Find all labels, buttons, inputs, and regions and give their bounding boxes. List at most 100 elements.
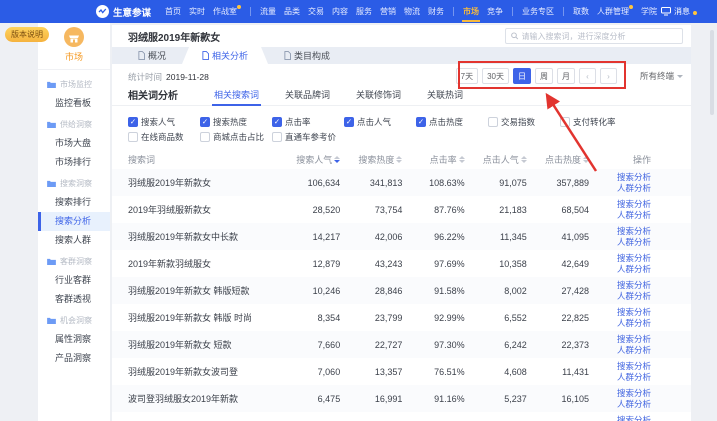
nav-item-8[interactable]: 营销 xyxy=(376,0,400,23)
nav-item-10[interactable]: 财务 xyxy=(424,0,448,23)
search-box xyxy=(505,28,683,44)
column-header-4[interactable]: 点击人气 xyxy=(465,153,527,166)
date-button-3[interactable]: 周 xyxy=(535,68,553,84)
nav-item-9[interactable]: 物流 xyxy=(400,0,424,23)
date-button-4[interactable]: 月 xyxy=(557,68,575,84)
crowd-analysis-link[interactable]: 人群分析 xyxy=(589,318,651,329)
message-button[interactable]: 消息 xyxy=(661,6,697,17)
ctr-cell: 96.22% xyxy=(402,232,464,242)
search-input[interactable] xyxy=(522,32,678,41)
scrollbar[interactable] xyxy=(710,30,714,115)
crowd-analysis-link[interactable]: 人群分析 xyxy=(589,372,651,383)
column-header-5[interactable]: 点击热度 xyxy=(527,153,589,166)
search-analysis-link[interactable]: 搜索分析 xyxy=(589,361,651,372)
nav-item-13[interactable]: 业务专区 xyxy=(518,0,558,23)
sidebar-item-2-2[interactable]: 搜索人群 xyxy=(38,231,110,250)
column-header-2[interactable]: 搜索热度 xyxy=(340,153,402,166)
sidebar-product-label: 市场 xyxy=(38,50,110,63)
date-button-1[interactable]: 30天 xyxy=(482,68,509,84)
metric-checkbox-点击率[interactable]: ✓点击率 xyxy=(272,116,344,128)
sidebar-item-3-1[interactable]: 客群透视 xyxy=(38,290,110,309)
search-analysis-link[interactable]: 搜索分析 xyxy=(589,226,651,237)
metric-checkbox-直通车参考价[interactable]: 直通车参考价 xyxy=(272,131,344,143)
sidebar-item-4-1[interactable]: 产品洞察 xyxy=(38,349,110,368)
column-header-3[interactable]: 点击率 xyxy=(402,153,464,166)
nav-item-11[interactable]: 市场 xyxy=(459,0,483,23)
tab-category-composition[interactable]: 类目构成 xyxy=(268,47,346,64)
version-badge[interactable]: 版本说明 xyxy=(5,27,49,42)
search-analysis-link[interactable]: 搜索分析 xyxy=(589,307,651,318)
nav-item-12[interactable]: 竞争 xyxy=(483,0,507,23)
sidebar-item-0-0[interactable]: 监控看板 xyxy=(38,94,110,113)
click_popularity-cell: 8,002 xyxy=(465,286,527,296)
sidebar-item-3-0[interactable]: 行业客群 xyxy=(38,271,110,290)
terminal-select[interactable]: 所有终端 xyxy=(640,68,683,84)
metric-checkbox-交易指数[interactable]: 交易指数 xyxy=(488,116,560,128)
market-product-icon[interactable] xyxy=(64,27,84,47)
nav-item-0[interactable]: 首页 xyxy=(161,0,185,23)
nav-item-6[interactable]: 内容 xyxy=(328,0,352,23)
metric-checkbox-点击人气[interactable]: ✓点击人气 xyxy=(344,116,416,128)
nav-item-14[interactable]: 取数 xyxy=(569,0,593,23)
date-button-0[interactable]: 7天 xyxy=(456,68,478,84)
table-row: 羽绒服2019年新款女 短款7,66022,72797.30%6,24222,3… xyxy=(112,331,691,358)
subtab-2[interactable]: 关联修饰词 xyxy=(354,88,403,105)
crowd-analysis-link[interactable]: 人群分析 xyxy=(589,345,651,356)
subtab-0[interactable]: 相关搜索词 xyxy=(212,88,261,105)
sidebar-item-2-1[interactable]: 搜索分析 xyxy=(38,212,110,231)
nav-item-label: 人群管理 xyxy=(597,6,629,17)
nav-item-3[interactable]: 流量 xyxy=(256,0,280,23)
tab-overview[interactable]: 概况 xyxy=(122,47,182,64)
document-icon xyxy=(138,51,145,60)
sidebar-item-1-1[interactable]: 市场排行 xyxy=(38,153,110,172)
nav-divider xyxy=(453,7,454,16)
metric-checkbox-支付转化率[interactable]: 支付转化率 xyxy=(560,116,632,128)
subtab-3[interactable]: 关联热词 xyxy=(425,88,465,105)
checkbox-icon: ✓ xyxy=(128,117,138,127)
crowd-analysis-link[interactable]: 人群分析 xyxy=(589,264,651,275)
sidebar-group-3: 客群洞察 xyxy=(38,252,110,271)
metric-checkbox-点击热度[interactable]: ✓点击热度 xyxy=(416,116,488,128)
actions-cell: 搜索分析人群分析 xyxy=(589,307,651,329)
metric-checkboxes: ✓搜索人气✓搜索热度✓点击率✓点击人气✓点击热度交易指数支付转化率 在线商品数商… xyxy=(112,106,691,149)
metric-checkbox-搜索人气[interactable]: ✓搜索人气 xyxy=(128,116,200,128)
date-button-2[interactable]: 日 xyxy=(513,68,531,84)
column-label: 操作 xyxy=(633,155,651,165)
crowd-analysis-link[interactable]: 人群分析 xyxy=(589,291,651,302)
nav-item-7[interactable]: 服务 xyxy=(352,0,376,23)
sidebar-item-1-0[interactable]: 市场大盘 xyxy=(38,134,110,153)
crowd-analysis-link[interactable]: 人群分析 xyxy=(589,210,651,221)
brand[interactable]: 生意参谋 xyxy=(96,5,151,19)
nav-item-5[interactable]: 交易 xyxy=(304,0,328,23)
search-icon xyxy=(511,32,519,40)
search-analysis-link[interactable]: 搜索分析 xyxy=(589,334,651,345)
crowd-analysis-link[interactable]: 人群分析 xyxy=(589,399,651,410)
metric-checkbox-商城点击占比[interactable]: 商城点击占比 xyxy=(200,131,272,143)
search-analysis-link[interactable]: 搜索分析 xyxy=(589,199,651,210)
sidebar-group-label: 客群洞察 xyxy=(60,256,92,267)
ctr-cell: 87.76% xyxy=(402,205,464,215)
brand-label: 生意参谋 xyxy=(113,5,151,19)
crowd-analysis-link[interactable]: 人群分析 xyxy=(589,237,651,248)
next-period-button[interactable]: › xyxy=(600,68,617,84)
nav-item-16[interactable]: 学院 xyxy=(637,0,661,23)
nav-item-15[interactable]: 人群管理 xyxy=(593,0,637,23)
metric-checkbox-在线商品数[interactable]: 在线商品数 xyxy=(128,131,200,143)
nav-item-4[interactable]: 品类 xyxy=(280,0,304,23)
sidebar-item-2-0[interactable]: 搜索排行 xyxy=(38,193,110,212)
nav-item-1[interactable]: 实时 xyxy=(185,0,209,23)
prev-period-button[interactable]: ‹ xyxy=(579,68,596,84)
search-analysis-link[interactable]: 搜索分析 xyxy=(589,172,651,183)
subtab-1[interactable]: 关联品牌词 xyxy=(283,88,332,105)
search-analysis-link[interactable]: 搜索分析 xyxy=(589,415,651,421)
tab-related-analysis[interactable]: 相关分析 xyxy=(182,47,268,64)
nav-item-2[interactable]: 作战室 xyxy=(209,0,245,23)
search-analysis-link[interactable]: 搜索分析 xyxy=(589,388,651,399)
crowd-analysis-link[interactable]: 人群分析 xyxy=(589,183,651,194)
sidebar-item-4-0[interactable]: 属性洞察 xyxy=(38,330,110,349)
search-analysis-link[interactable]: 搜索分析 xyxy=(589,280,651,291)
metric-checkbox-搜索热度[interactable]: ✓搜索热度 xyxy=(200,116,272,128)
column-header-1[interactable]: 搜索人气 xyxy=(278,153,340,166)
click_heat-cell: 16,105 xyxy=(527,394,589,404)
search-analysis-link[interactable]: 搜索分析 xyxy=(589,253,651,264)
